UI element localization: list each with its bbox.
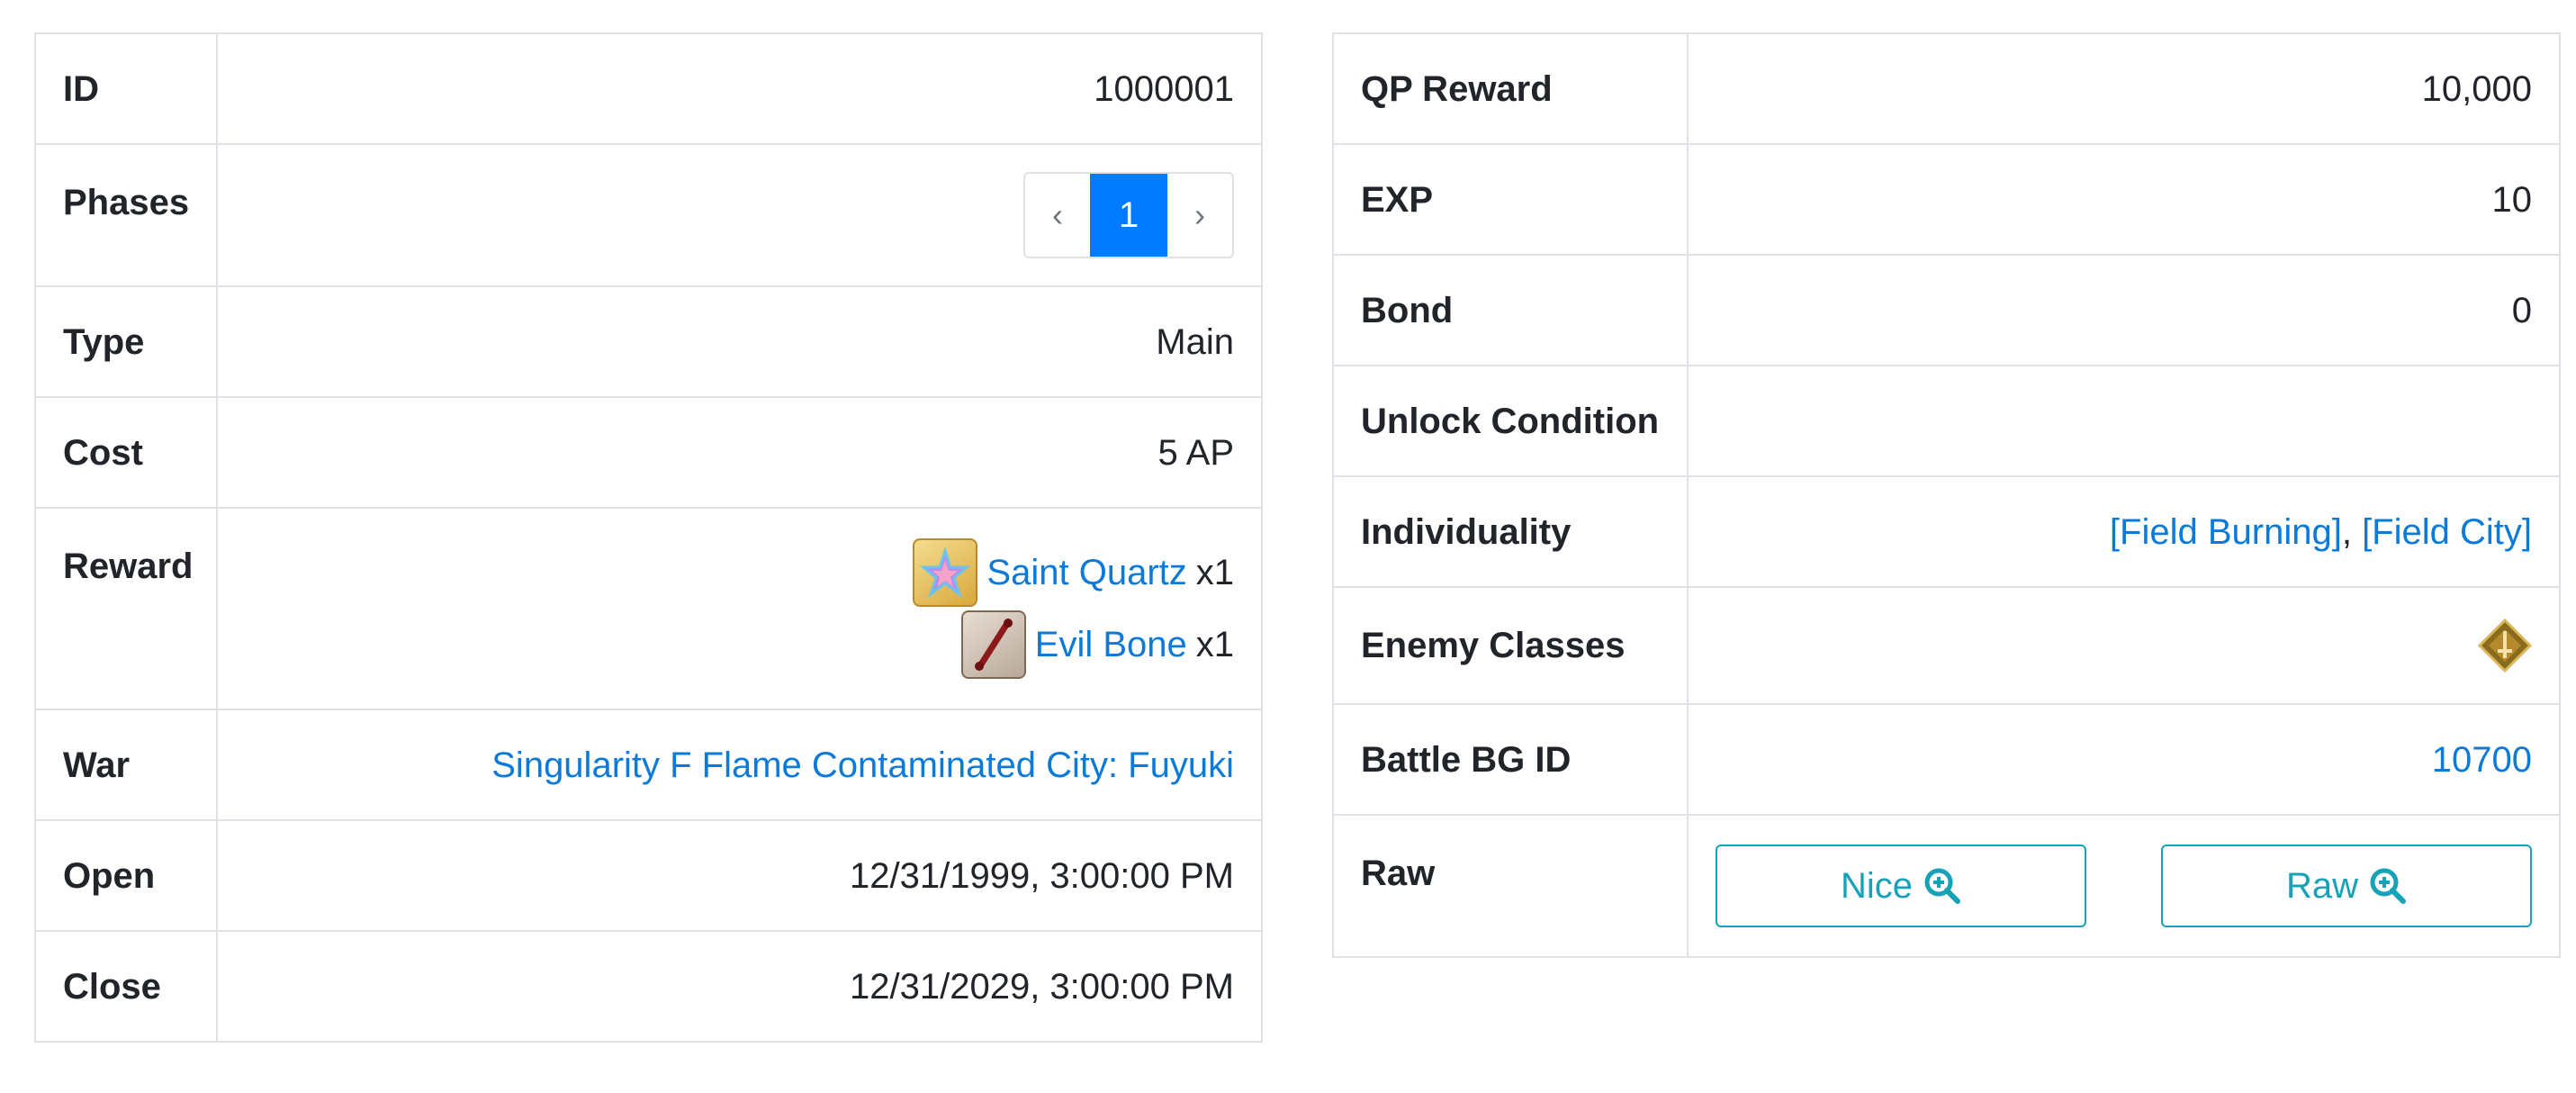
saber-class-icon[interactable] xyxy=(2477,618,2533,673)
nice-json-button[interactable]: Nice xyxy=(1716,845,2086,927)
row-open: Open 12/31/1999, 3:00:00 PM xyxy=(34,819,1263,932)
enemy-classes-label: Enemy Classes xyxy=(1332,586,1689,705)
trait-field-city-link[interactable]: [Field City] xyxy=(2362,512,2532,552)
close-value: 12/31/2029, 3:00:00 PM xyxy=(216,930,1263,1043)
raw-label: Raw xyxy=(1332,814,1689,958)
individuality-cell: [Field Burning], [Field City] xyxy=(1687,475,2561,588)
phases-label: Phases xyxy=(34,143,218,287)
zoom-in-icon xyxy=(1924,868,1961,904)
war-label: War xyxy=(34,709,218,821)
row-qp: QP Reward 10,000 xyxy=(1332,32,2561,145)
type-value: Main xyxy=(216,285,1263,398)
evil-bone-link[interactable]: Evil Bone xyxy=(1035,623,1187,666)
row-id: ID 1000001 xyxy=(34,32,1263,145)
exp-value: 10 xyxy=(1687,143,2561,256)
pager-prev-button[interactable]: ‹ xyxy=(1025,174,1090,257)
trait-field-burning-link[interactable]: [Field Burning] xyxy=(2110,512,2342,552)
reward-item: Saint Quartz x1 xyxy=(245,537,1234,609)
qp-label: QP Reward xyxy=(1332,32,1689,145)
phase-pagination: ‹ 1 › xyxy=(1023,172,1234,258)
raw-cell: Nice Raw xyxy=(1687,814,2561,958)
zoom-in-icon xyxy=(2370,868,2407,904)
row-enemy-classes: Enemy Classes xyxy=(1332,586,2561,705)
reward-label: Reward xyxy=(34,507,218,710)
enemy-classes-cell xyxy=(1687,586,2561,705)
saint-quartz-icon[interactable] xyxy=(913,538,978,607)
type-label: Type xyxy=(34,285,218,398)
pager-page-1[interactable]: 1 xyxy=(1090,174,1167,257)
quest-rewards-table: QP Reward 10,000 EXP 10 Bond 0 Unlock Co… xyxy=(1332,32,2561,958)
battle-bg-link[interactable]: 10700 xyxy=(2432,740,2532,780)
unlock-label: Unlock Condition xyxy=(1332,365,1689,477)
row-phases: Phases ‹ 1 › xyxy=(34,143,1263,287)
saint-quartz-qty: x1 xyxy=(1195,553,1234,592)
evil-bone-qty: x1 xyxy=(1195,625,1234,664)
individuality-label: Individuality xyxy=(1332,475,1689,588)
raw-buttons: Nice Raw xyxy=(1716,845,2532,927)
exp-label: EXP xyxy=(1332,143,1689,256)
raw-button-label: Raw xyxy=(2285,866,2359,906)
close-label: Close xyxy=(34,930,218,1043)
unlock-value xyxy=(1687,365,2561,477)
open-label: Open xyxy=(34,819,218,932)
row-close: Close 12/31/2029, 3:00:00 PM xyxy=(34,930,1263,1043)
row-cost: Cost 5 AP xyxy=(34,396,1263,509)
row-type: Type Main xyxy=(34,285,1263,398)
war-link[interactable]: Singularity F Flame Contaminated City: F… xyxy=(491,745,1234,785)
quest-details-table: ID 1000001 Phases ‹ 1 › Type Main Cost 5… xyxy=(34,32,1263,1043)
qp-value: 10,000 xyxy=(1687,32,2561,145)
cost-value: 5 AP xyxy=(216,396,1263,509)
nice-button-label: Nice xyxy=(1840,866,1914,906)
reward-cell: Saint Quartz x1 Evil Bone x1 xyxy=(216,507,1263,710)
bond-label: Bond xyxy=(1332,254,1689,366)
evil-bone-icon[interactable] xyxy=(960,610,1026,679)
row-raw: Raw Nice Raw xyxy=(1332,814,2561,958)
id-value: 1000001 xyxy=(216,32,1263,145)
row-exp: EXP 10 xyxy=(1332,143,2561,256)
trait-separator: , xyxy=(2341,511,2363,552)
open-value: 12/31/1999, 3:00:00 PM xyxy=(216,819,1263,932)
reward-item: Evil Bone x1 xyxy=(245,609,1234,681)
war-cell: Singularity F Flame Contaminated City: F… xyxy=(216,709,1263,821)
row-bond: Bond 0 xyxy=(1332,254,2561,366)
row-war: War Singularity F Flame Contaminated Cit… xyxy=(34,709,1263,821)
pager-next-button[interactable]: › xyxy=(1167,174,1232,257)
saint-quartz-link[interactable]: Saint Quartz xyxy=(986,551,1186,594)
id-label: ID xyxy=(34,32,218,145)
phases-cell: ‹ 1 › xyxy=(216,143,1263,287)
row-battle-bg: Battle BG ID 10700 xyxy=(1332,703,2561,816)
cost-label: Cost xyxy=(34,396,218,509)
battle-bg-label: Battle BG ID xyxy=(1332,703,1689,816)
battle-bg-cell: 10700 xyxy=(1687,703,2561,816)
row-unlock: Unlock Condition xyxy=(1332,365,2561,477)
raw-json-button[interactable]: Raw xyxy=(2161,845,2532,927)
row-reward: Reward Saint Quartz x1 Evil Bone x1 xyxy=(34,507,1263,710)
row-individuality: Individuality [Field Burning], [Field Ci… xyxy=(1332,475,2561,588)
bond-value: 0 xyxy=(1687,254,2561,366)
